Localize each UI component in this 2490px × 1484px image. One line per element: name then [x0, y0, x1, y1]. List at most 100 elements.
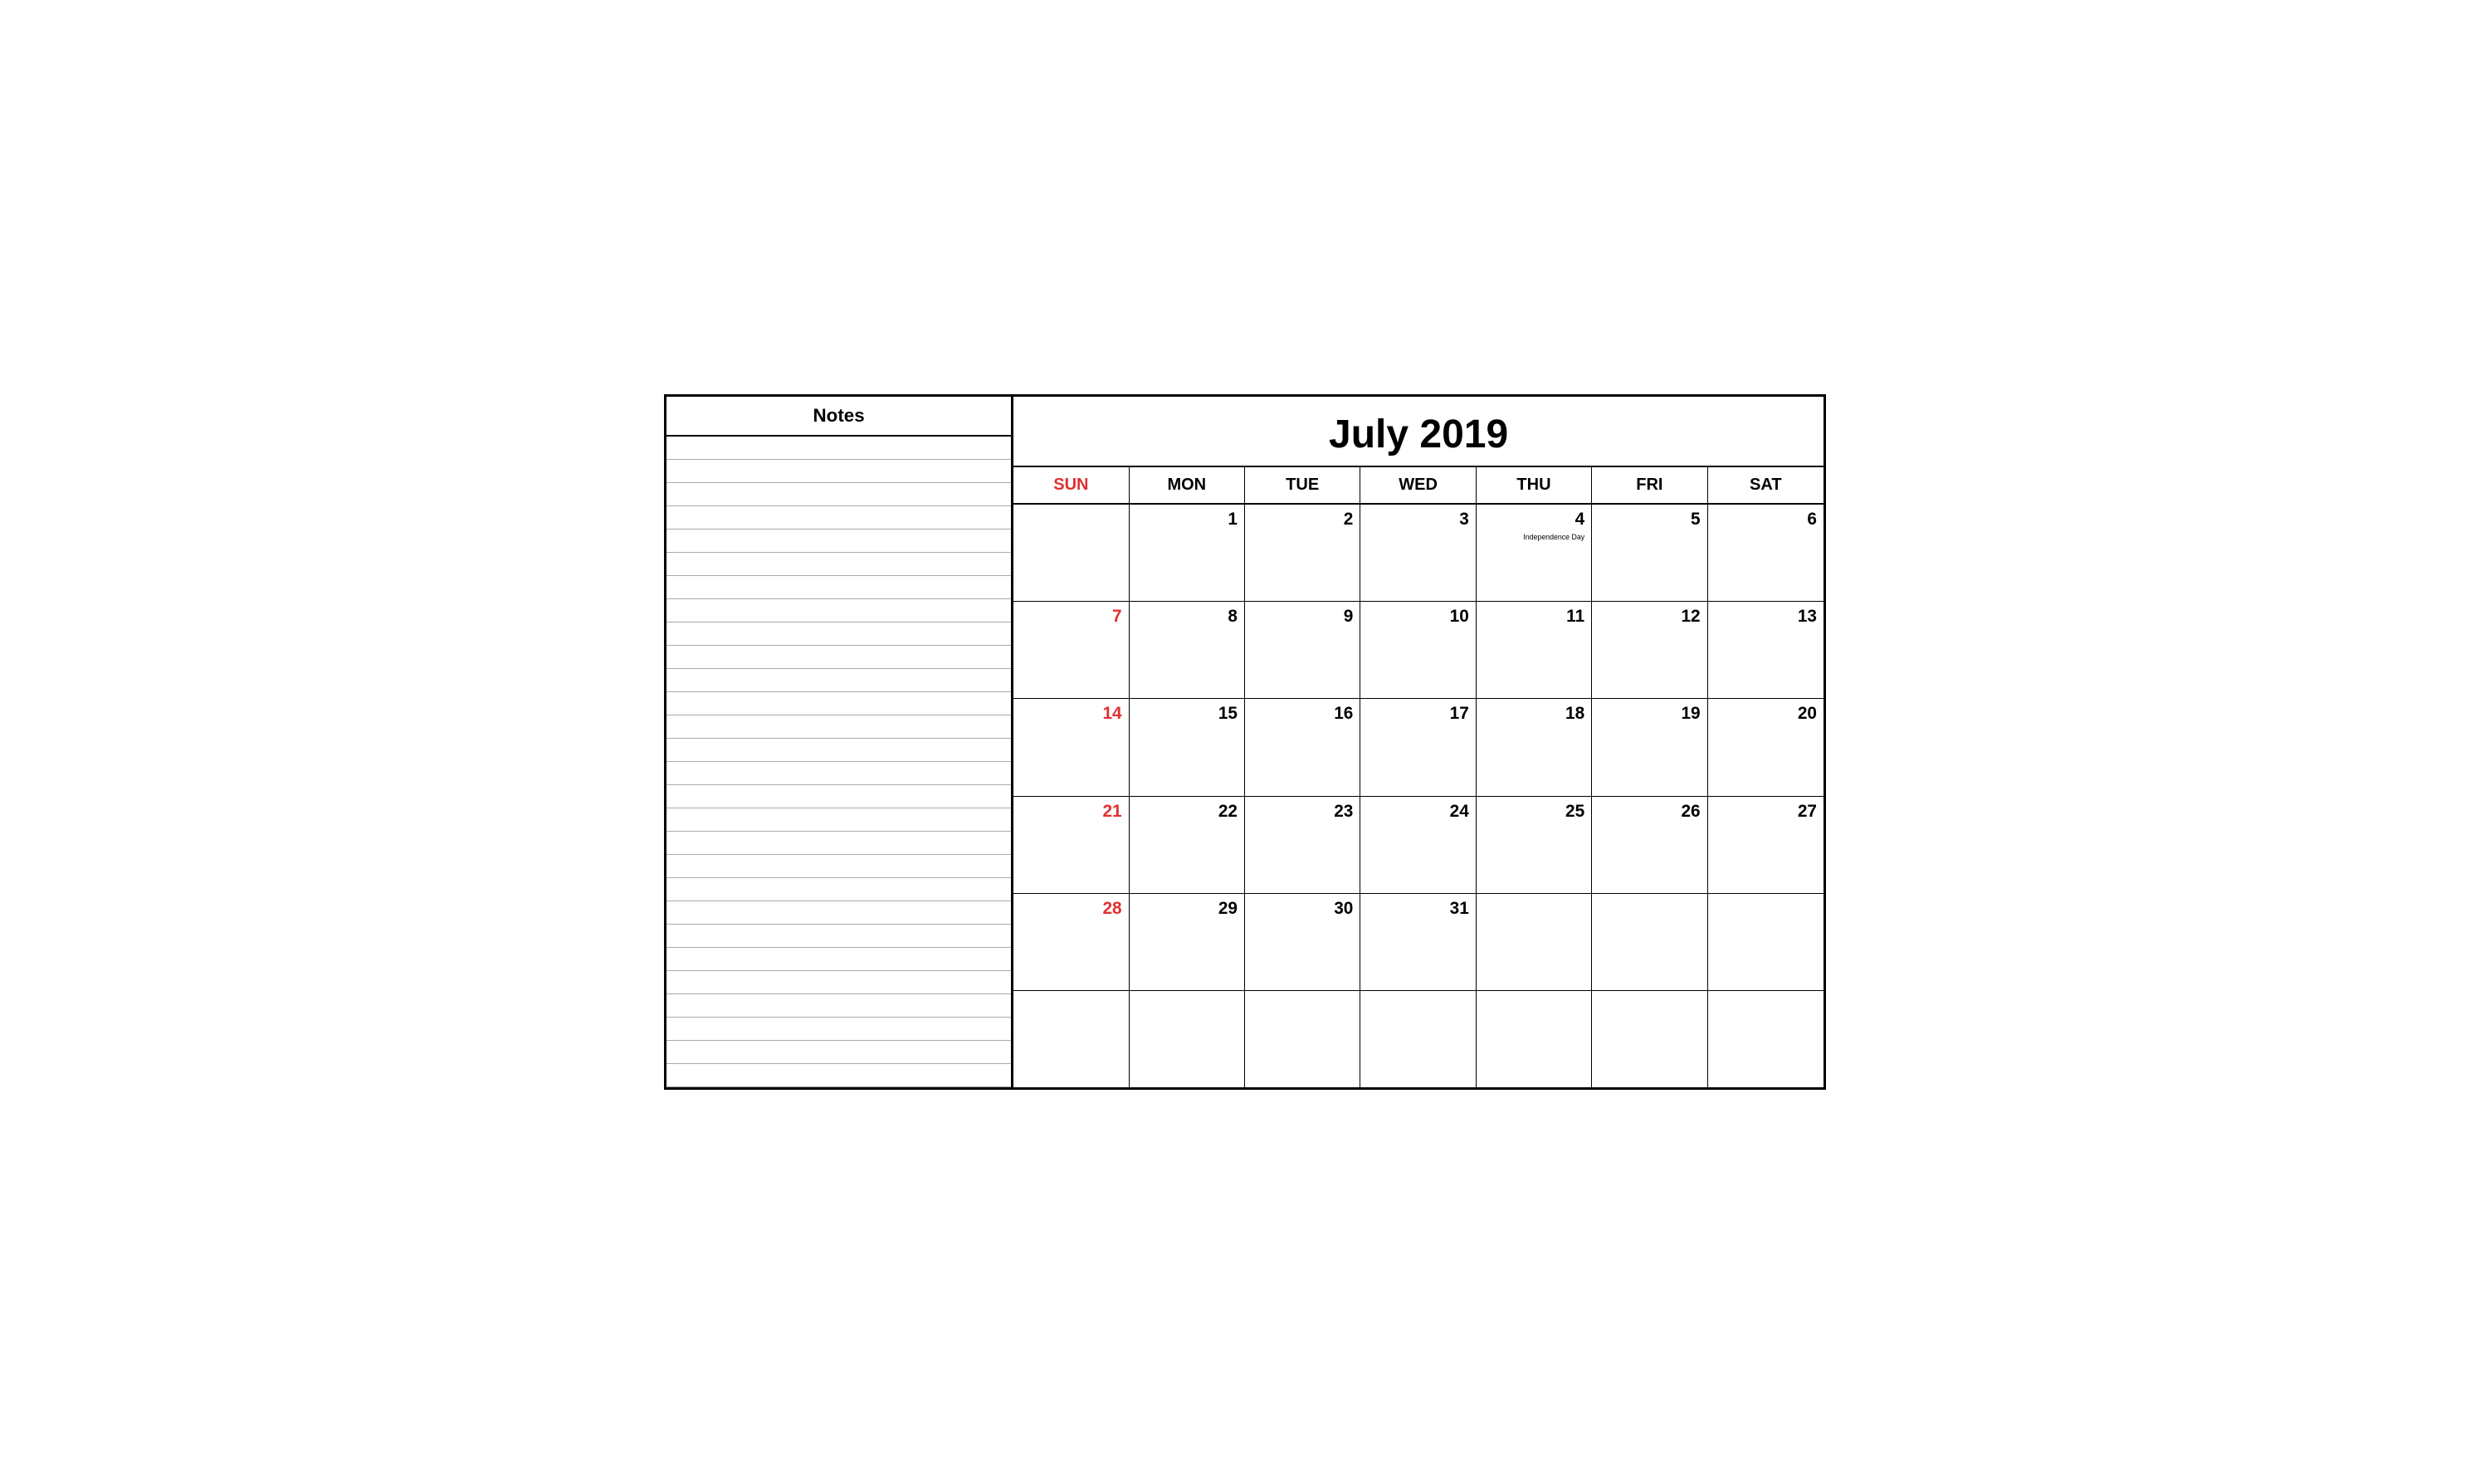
notes-line[interactable] — [666, 948, 1011, 971]
day-number: 24 — [1450, 802, 1469, 822]
day-cell: 2 — [1245, 505, 1360, 601]
day-cell — [1477, 991, 1592, 1087]
notes-section: Notes — [666, 397, 1013, 1087]
week-row-1: 1234Independence Day56 — [1013, 505, 1824, 602]
day-cell: 22 — [1130, 797, 1245, 893]
day-number: 28 — [1102, 899, 1121, 919]
notes-line[interactable] — [666, 692, 1011, 715]
day-cell: 12 — [1592, 602, 1707, 698]
notes-line[interactable] — [666, 925, 1011, 948]
week-row-6 — [1013, 991, 1824, 1087]
day-cell: 10 — [1360, 602, 1476, 698]
day-number: 29 — [1218, 899, 1238, 919]
day-header-tue: TUE — [1245, 467, 1360, 503]
notes-line[interactable] — [666, 506, 1011, 530]
day-number: 13 — [1798, 607, 1817, 627]
week-row-2: 78910111213 — [1013, 602, 1824, 699]
day-header-mon: MON — [1130, 467, 1245, 503]
page-container: Notes July 2019 SUNMONTUEWEDTHUFRISAT 12… — [664, 394, 1826, 1090]
day-cell: 17 — [1360, 699, 1476, 795]
day-header-sun: SUN — [1013, 467, 1129, 503]
day-cell: 19 — [1592, 699, 1707, 795]
day-number: 26 — [1681, 802, 1700, 822]
notes-line[interactable] — [666, 808, 1011, 832]
day-number: 16 — [1334, 704, 1353, 724]
notes-line[interactable] — [666, 878, 1011, 901]
day-cell — [1477, 894, 1592, 990]
day-cell: 26 — [1592, 797, 1707, 893]
day-cell: 31 — [1360, 894, 1476, 990]
notes-line[interactable] — [666, 1064, 1011, 1087]
day-number: 15 — [1218, 704, 1238, 724]
day-cell: 13 — [1708, 602, 1824, 698]
day-number: 4 — [1575, 510, 1585, 530]
notes-line[interactable] — [666, 576, 1011, 599]
day-cell: 25 — [1477, 797, 1592, 893]
notes-line[interactable] — [666, 832, 1011, 855]
day-cell — [1708, 894, 1824, 990]
day-cell: 7 — [1013, 602, 1129, 698]
day-cell — [1708, 991, 1824, 1087]
notes-line[interactable] — [666, 1018, 1011, 1041]
calendar-grid: SUNMONTUEWEDTHUFRISAT 1234Independence D… — [1013, 467, 1824, 1087]
day-number: 17 — [1450, 704, 1469, 724]
day-cell — [1130, 991, 1245, 1087]
notes-line[interactable] — [666, 646, 1011, 669]
day-cell — [1592, 894, 1707, 990]
notes-line[interactable] — [666, 622, 1011, 646]
day-number: 22 — [1218, 802, 1238, 822]
calendar-title: July 2019 — [1013, 397, 1824, 467]
day-cell: 28 — [1013, 894, 1129, 990]
day-cell: 4 Independence Day — [1477, 505, 1592, 601]
day-number: 10 — [1450, 607, 1469, 627]
notes-line[interactable] — [666, 530, 1011, 553]
day-cell: 1 — [1130, 505, 1245, 601]
day-number: 2 — [1344, 510, 1354, 530]
day-cell: 11 — [1477, 602, 1592, 698]
notes-line[interactable] — [666, 901, 1011, 925]
day-number: 21 — [1102, 802, 1121, 822]
notes-lines — [666, 437, 1011, 1087]
week-row-5: 28 29 30 31 — [1013, 894, 1824, 991]
day-number: 25 — [1565, 802, 1584, 822]
notes-line[interactable] — [666, 785, 1011, 808]
notes-line[interactable] — [666, 553, 1011, 576]
notes-line[interactable] — [666, 1041, 1011, 1064]
notes-line[interactable] — [666, 483, 1011, 506]
day-number: 5 — [1691, 510, 1701, 530]
day-cell — [1013, 505, 1129, 601]
day-number: 27 — [1798, 802, 1817, 822]
day-number: 12 — [1681, 607, 1700, 627]
day-number: 18 — [1565, 704, 1584, 724]
day-cell: 15 — [1130, 699, 1245, 795]
day-cell: 5 — [1592, 505, 1707, 601]
notes-line[interactable] — [666, 971, 1011, 994]
day-cell: 14 — [1013, 699, 1129, 795]
day-cell: 20 — [1708, 699, 1824, 795]
holiday-label: Independence Day — [1523, 533, 1584, 541]
notes-line[interactable] — [666, 715, 1011, 739]
notes-line[interactable] — [666, 994, 1011, 1018]
day-cell: 6 — [1708, 505, 1824, 601]
notes-line[interactable] — [666, 460, 1011, 483]
notes-line[interactable] — [666, 669, 1011, 692]
day-cell: 21 — [1013, 797, 1129, 893]
day-number: 7 — [1112, 607, 1122, 627]
day-number: 30 — [1334, 899, 1353, 919]
notes-line[interactable] — [666, 739, 1011, 762]
week-row-4: 21 22 23 24 25 26 27 — [1013, 797, 1824, 894]
day-number: 14 — [1102, 704, 1121, 724]
day-header-sat: SAT — [1708, 467, 1824, 503]
day-number: 23 — [1334, 802, 1353, 822]
notes-line[interactable] — [666, 855, 1011, 878]
day-cell: 8 — [1130, 602, 1245, 698]
day-cell — [1592, 991, 1707, 1087]
day-cell: 27 — [1708, 797, 1824, 893]
day-number: 6 — [1807, 510, 1817, 530]
notes-line[interactable] — [666, 437, 1011, 460]
day-cell: 16 — [1245, 699, 1360, 795]
notes-line[interactable] — [666, 762, 1011, 785]
notes-line[interactable] — [666, 599, 1011, 622]
day-cell: 30 — [1245, 894, 1360, 990]
day-number: 11 — [1566, 607, 1584, 627]
